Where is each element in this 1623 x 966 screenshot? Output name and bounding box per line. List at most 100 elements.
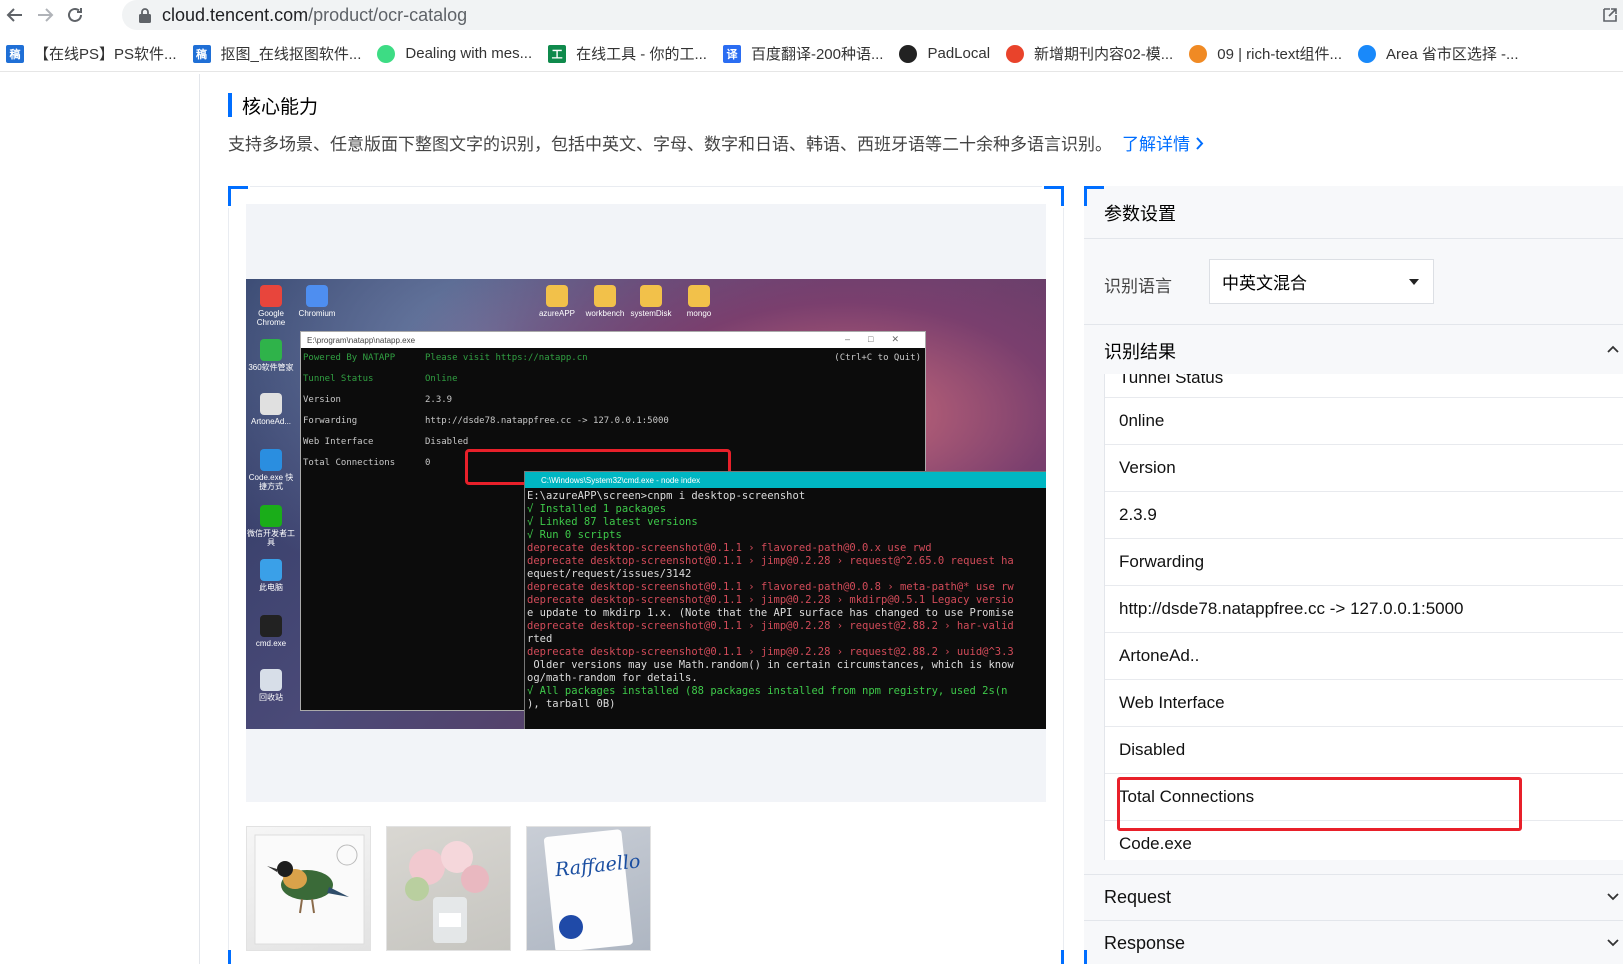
browser-toolbar: cloud.tencent.com/product/ocr-catalog: [0, 0, 1623, 30]
desktop-shortcut-icon: Chromium: [292, 285, 342, 318]
bookmark-item[interactable]: 09 | rich-text组件...: [1183, 40, 1352, 68]
desktop-shortcut-icon: 360软件管家: [246, 339, 296, 372]
cmd-titlebar: C:\Windows\System32\cmd.exe - node index: [525, 472, 1046, 488]
desktop-shortcut-icon: 微信开发者工具: [246, 505, 296, 547]
frame-corner: [1044, 186, 1064, 206]
learn-more-link[interactable]: 了解详情: [1122, 135, 1204, 154]
chevron-up-icon[interactable]: [1607, 344, 1619, 356]
bookmark-item[interactable]: 译百度翻译-200种语...: [717, 40, 894, 68]
bookmark-item[interactable]: Area 省市区选择 -...: [1352, 40, 1529, 68]
forward-button[interactable]: [30, 1, 60, 29]
terminal-line: deprecate desktop-screenshot@0.1.1 › jim…: [527, 646, 1014, 658]
sample-thumbnail-flowers[interactable]: [386, 826, 511, 951]
bookmark-item[interactable]: 稿抠图_在线抠图软件...: [187, 40, 372, 68]
desktop-shortcut-icon: Code.exe 快捷方式: [246, 449, 296, 491]
address-bar[interactable]: cloud.tencent.com/product/ocr-catalog: [122, 0, 1623, 30]
back-button[interactable]: [0, 1, 30, 29]
panel-title: 参数设置: [1104, 204, 1176, 224]
result-item: Tunnel Status: [1105, 374, 1623, 398]
section-description: 支持多场景、任意版面下整图文字的识别，包括中英文、字母、数字和日语、韩语、西班牙…: [228, 130, 1204, 155]
bookmark-item[interactable]: Dealing with mes...: [371, 40, 542, 68]
desktop-shortcut-icon: 回收站: [246, 669, 296, 702]
frame-corner: [1084, 186, 1104, 206]
result-item: 0nline: [1105, 398, 1623, 445]
terminal-line: deprecate desktop-screenshot@0.1.1 › fla…: [527, 542, 932, 554]
flower-icon: [405, 841, 489, 943]
result-item: Forwarding: [1105, 539, 1623, 586]
settings-panel: 参数设置 识别语言 中英文混合 识别结果 Tunnel Status 0nline…: [1084, 186, 1623, 964]
language-select[interactable]: 中英文混合: [1209, 259, 1434, 304]
result-item: ArtoneAd..: [1105, 633, 1623, 680]
language-select-value: 中英文混合: [1222, 274, 1307, 293]
bookmark-item[interactable]: 新增期刊内容02-模...: [1000, 40, 1183, 68]
section-heading: 核心能力: [228, 92, 318, 118]
chevron-down-icon: [1607, 939, 1619, 947]
frame-corner: [228, 186, 248, 206]
arrow-left-icon: [6, 8, 22, 22]
arrow-right-icon: [38, 8, 54, 22]
terminal-line: √ Installed 1 packages: [527, 503, 667, 515]
chevron-right-icon: [1195, 137, 1204, 150]
ps-icon: 稿: [6, 44, 24, 63]
result-item: Disabled: [1105, 727, 1623, 774]
forwarding-result-highlight-box: [1117, 777, 1522, 831]
bookmarks-bar: 稿【在线PS】PS软件... 稿抠图_在线抠图软件... Dealing with …: [0, 36, 1623, 72]
terminal-line: e update to mkdirp 1.x. (Note that the A…: [527, 607, 1014, 619]
translate-icon: 译: [722, 44, 741, 63]
natapp-titlebar: E:\program\natapp\natapp.exe –□✕: [301, 332, 925, 348]
package-icon: Raffaello: [543, 829, 641, 950]
desktop-shortcut-icon: cmd.exe: [246, 615, 296, 648]
sample-thumbnail-bird[interactable]: [246, 826, 371, 951]
padlocal-icon: [899, 44, 918, 63]
terminal-line: rted: [527, 633, 553, 645]
language-label: 识别语言: [1104, 277, 1172, 296]
desktop-shortcut-icon: 此电脑: [246, 559, 296, 592]
desktop-shortcut-icon: systemDisk: [626, 285, 676, 318]
terminal-line: equest/request/issues/3142: [527, 568, 692, 580]
cmd-terminal: E:\azureAPP\screen>cnpm i desktop-screen…: [525, 488, 1046, 711]
demo-image-area: mongo systemDisk workbench azureAPP Chromium…: [228, 186, 1064, 964]
bookmark-item[interactable]: PadLocal: [893, 40, 1000, 68]
terminal-line: Older versions may use Math.random() in …: [527, 659, 1014, 671]
frame-corner: [1044, 950, 1064, 964]
terminal-line: deprecate desktop-screenshot@0.1.1 › jim…: [527, 620, 1014, 632]
cmd-window: C:\Windows\System32\cmd.exe - node index…: [524, 471, 1046, 729]
tool-icon: 工: [548, 44, 567, 63]
terminal-line: deprecate desktop-screenshot@0.1.1 › jim…: [527, 594, 1014, 606]
result-item: 2.3.9: [1105, 492, 1623, 539]
bookmark-item[interactable]: 工在线工具 - 你的工...: [542, 40, 717, 68]
desktop-shortcut-icon: workbench: [580, 285, 630, 318]
open-external-icon[interactable]: [1601, 6, 1619, 24]
terminal-line: Forwarding http://dsde78.natappfree.cc ->…: [303, 416, 669, 426]
terminal-line: Powered By NATAPP Please visit https://na…: [303, 353, 921, 363]
sample-thumbnail-raffaello[interactable]: Raffaello: [526, 826, 651, 951]
geek-icon: [1189, 44, 1208, 63]
terminal-line: √ All packages installed (88 packages in…: [527, 685, 1008, 697]
desktop-screenshot-image: mongo systemDisk workbench azureAPP Chromium…: [246, 279, 1046, 729]
window-controls-icon: –□✕: [845, 334, 917, 344]
result-item: Version: [1105, 445, 1623, 492]
terminal-line: E:\azureAPP\screen>cnpm i desktop-screen…: [527, 490, 806, 502]
reload-button[interactable]: [60, 1, 90, 29]
desktop-shortcut-icon: mongo: [674, 285, 724, 318]
reload-icon: [68, 7, 82, 22]
result-section-title[interactable]: 识别结果: [1104, 338, 1176, 364]
bird-icon: [254, 834, 365, 945]
desktop-shortcut-icon: ArtoneAd...: [246, 393, 296, 426]
lock-icon: [139, 8, 151, 23]
response-accordion[interactable]: Response: [1084, 920, 1623, 966]
terminal-line: Version 2.3.9: [303, 395, 453, 405]
bookmark-item[interactable]: 稿【在线PS】PS软件...: [0, 40, 187, 68]
chevron-down-icon: [1607, 893, 1619, 901]
request-accordion[interactable]: Request: [1084, 874, 1623, 920]
result-item: Web Interface: [1105, 680, 1623, 727]
terminal-line: deprecate desktop-screenshot@0.1.1 › fla…: [527, 581, 1014, 593]
heading-accent-bar: [228, 93, 232, 117]
desktop-shortcut-icon: Google Chrome: [246, 285, 296, 327]
result-list[interactable]: Tunnel Status 0nline Version 2.3.9 Forwardin…: [1104, 374, 1623, 860]
url-text: cloud.tencent.com/product/ocr-catalog: [162, 4, 468, 25]
android-icon: [377, 44, 396, 63]
terminal-line: √ Linked 87 latest versions: [527, 516, 698, 528]
sample-thumbnails: Raffaello: [246, 826, 651, 951]
terminal-line: √ Run 0 scripts: [527, 529, 622, 541]
